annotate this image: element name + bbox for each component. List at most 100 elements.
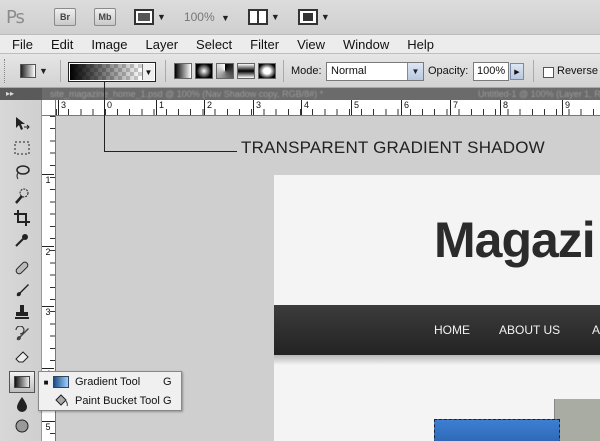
marquee-tool[interactable]: [10, 138, 34, 158]
flyout-item-gradient-tool[interactable]: ■ Gradient Tool G: [39, 373, 181, 391]
document-tab-active[interactable]: site_magazine_home_1.psd @ 100% (Nav Sha…: [50, 88, 323, 100]
history-brush-tool[interactable]: [10, 324, 34, 344]
horizontal-ruler[interactable]: 3 0 1 2 3 4 5 6 7 8 9: [56, 100, 600, 116]
menu-bar: File Edit Image Layer Select Filter View…: [0, 34, 600, 54]
chevron-down-icon: ▼: [270, 12, 280, 22]
bridge-badge: Br: [54, 8, 76, 26]
chevron-down-icon: ▼: [320, 12, 330, 22]
menu-select[interactable]: Select: [184, 37, 238, 52]
ruler-label: 1: [156, 100, 164, 115]
nav-item-partial: A: [592, 323, 600, 337]
ruler-label: 2: [42, 246, 54, 257]
ruler-label: 4: [301, 100, 309, 115]
panel-collapse-strip[interactable]: ▸▸: [0, 88, 42, 100]
reflected-gradient-button[interactable]: [237, 63, 255, 79]
screen-mode-icon: [297, 9, 318, 25]
gradient-swatch[interactable]: [70, 64, 142, 80]
healing-brush-tool[interactable]: [10, 258, 34, 278]
divider: [165, 60, 166, 82]
quick-selection-icon: [15, 188, 29, 204]
blend-mode-value: Normal: [331, 65, 367, 77]
launch-bridge-button[interactable]: Br: [54, 7, 76, 27]
menu-layer[interactable]: Layer: [134, 37, 185, 52]
gradient-tool[interactable]: [9, 371, 35, 393]
ruler-label: 3: [42, 306, 54, 317]
zoom-level[interactable]: 100% ▼: [184, 10, 230, 24]
divider: [283, 60, 284, 82]
flyout-shortcut: G: [163, 376, 172, 388]
application-bar: Ps Br Mb ▼ 100% ▼ ▼ ▼: [0, 0, 600, 34]
ruler-label: 3: [58, 100, 66, 115]
chevron-down-icon[interactable]: ▼: [142, 64, 154, 80]
eraser-tool[interactable]: [10, 346, 34, 366]
reverse-checkbox[interactable]: [543, 67, 554, 78]
ruler-label: 6: [401, 100, 409, 115]
dodge-icon: [15, 419, 29, 433]
view-extras-button[interactable]: ▼: [134, 7, 166, 27]
launch-mini-bridge-button[interactable]: Mb: [94, 7, 116, 27]
screen-mode-button[interactable]: ▼: [297, 7, 330, 27]
lasso-tool[interactable]: [10, 162, 34, 182]
menu-help[interactable]: Help: [395, 37, 440, 52]
tool-options-bar: ▼ ▼ Mode: Normal ▼ Opacity: 100% ▶ Rever…: [0, 54, 600, 88]
nav-gradient-shadow: [274, 355, 600, 365]
ruler-label: 2: [204, 100, 212, 115]
crop-tool[interactable]: [10, 208, 34, 228]
filmstrip-icon: [134, 9, 154, 25]
brush-tool[interactable]: [10, 280, 34, 300]
move-tool[interactable]: [10, 114, 34, 134]
eyedropper-icon: [15, 234, 28, 247]
radial-gradient-button[interactable]: [195, 63, 213, 79]
menu-view[interactable]: View: [285, 37, 331, 52]
flyout-shortcut: G: [163, 395, 172, 407]
menu-file[interactable]: File: [0, 37, 39, 52]
reverse-label: Reverse: [557, 65, 598, 77]
document-tab[interactable]: Untitled-1 @ 100% (Layer 1, RGB/8): [478, 88, 600, 100]
quick-selection-tool[interactable]: [10, 186, 34, 206]
opacity-input[interactable]: 100%: [473, 62, 509, 81]
paint-bucket-icon: [53, 394, 69, 407]
document-tab-strip: site_magazine_home_1.psd @ 100% (Nav Sha…: [42, 88, 600, 100]
blur-tool[interactable]: [10, 394, 34, 414]
dodge-tool[interactable]: [10, 416, 34, 436]
menu-filter[interactable]: Filter: [238, 37, 285, 52]
ruler-label: 8: [500, 100, 508, 115]
blend-mode-select[interactable]: Normal ▼: [326, 62, 424, 81]
menu-window[interactable]: Window: [331, 37, 395, 52]
clone-stamp-tool[interactable]: [10, 302, 34, 322]
annotation-leader-line: [104, 82, 105, 152]
site-nav-bar: HOME ABOUT US A: [274, 305, 600, 355]
diamond-gradient-button[interactable]: [258, 63, 276, 79]
ruler-label: 1: [42, 174, 54, 185]
crop-icon: [14, 210, 30, 226]
ruler-label: 3: [253, 100, 261, 115]
ruler-origin[interactable]: [42, 100, 56, 116]
eyedropper-tool[interactable]: [10, 230, 34, 250]
eraser-icon: [15, 351, 29, 363]
chevron-down-icon: ▼: [220, 13, 230, 23]
marquee-icon: [14, 141, 30, 155]
arrange-documents-button[interactable]: ▼: [247, 7, 280, 27]
bandage-icon: [15, 261, 29, 275]
history-brush-icon: [15, 326, 29, 341]
grey-content-panel: [554, 399, 600, 441]
nav-item-about-us: ABOUT US: [499, 323, 561, 337]
tool-preset-picker[interactable]: ▼: [20, 61, 54, 81]
annotation-label: TRANSPARENT GRADIENT SHADOW: [241, 138, 545, 157]
gradient-tool-flyout: ■ Gradient Tool G Paint Bucket Tool G: [38, 371, 182, 411]
document-canvas[interactable]: Magazi HOME ABOUT US A: [274, 175, 600, 441]
ruler-label: 5: [351, 100, 359, 115]
opacity-slider-button[interactable]: ▶: [510, 63, 524, 80]
linear-gradient-button[interactable]: [174, 63, 192, 79]
angle-gradient-button[interactable]: [216, 63, 234, 79]
gradient-picker[interactable]: ▼: [68, 62, 156, 82]
nav-item-home: HOME: [434, 323, 470, 337]
menu-edit[interactable]: Edit: [39, 37, 79, 52]
options-bar-grip[interactable]: [4, 59, 8, 83]
move-icon: [16, 117, 30, 130]
ruler-label: 9: [562, 100, 570, 115]
flyout-item-paint-bucket-tool[interactable]: Paint Bucket Tool G: [39, 392, 181, 410]
menu-image[interactable]: Image: [79, 37, 133, 52]
zoom-value: 100%: [183, 10, 215, 24]
site-brand-title: Magazi: [434, 212, 596, 268]
